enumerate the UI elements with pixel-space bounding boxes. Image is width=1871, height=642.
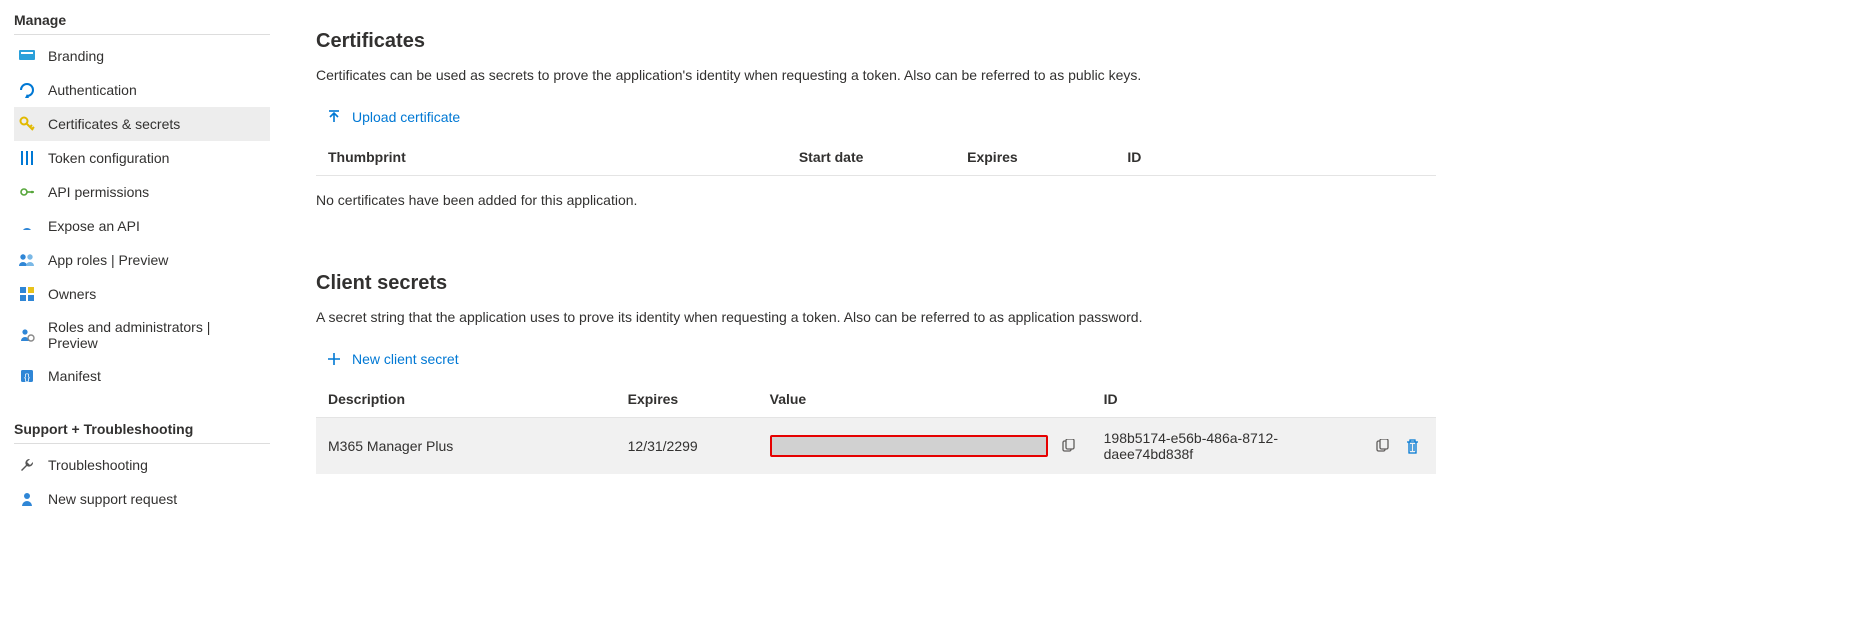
certificates-empty-message: No certificates have been added for this… — [316, 176, 1839, 208]
client-secrets-heading: Client secrets — [316, 272, 1839, 295]
certificates-description: Certificates can be used as secrets to p… — [316, 67, 1839, 83]
support-request-icon — [18, 490, 36, 508]
sidebar-item-label: New support request — [48, 491, 177, 507]
cert-col-expires[interactable]: Expires — [955, 139, 1115, 176]
sidebar-item-owners[interactable]: Owners — [14, 277, 270, 311]
sidebar-item-label: Roles and administrators | Preview — [48, 319, 262, 351]
sidebar: Manage Branding Authentication Certifica… — [0, 0, 280, 642]
delete-secret-button[interactable] — [1404, 438, 1420, 454]
api-permissions-icon — [18, 183, 36, 201]
sidebar-item-app-roles[interactable]: App roles | Preview — [14, 243, 270, 277]
upload-certificate-label: Upload certificate — [352, 109, 460, 125]
secret-row-description: M365 Manager Plus — [316, 418, 616, 475]
sidebar-item-expose-api[interactable]: Expose an API — [14, 209, 270, 243]
client-secrets-description: A secret string that the application use… — [316, 309, 1839, 325]
sidebar-item-label: Manifest — [48, 368, 101, 384]
sidebar-item-api-permissions[interactable]: API permissions — [14, 175, 270, 209]
sidebar-item-label: App roles | Preview — [48, 252, 168, 268]
sidebar-item-certificates-secrets[interactable]: Certificates & secrets — [14, 107, 270, 141]
sidebar-item-authentication[interactable]: Authentication — [14, 73, 270, 107]
certificates-table: Thumbprint Start date Expires ID — [316, 139, 1436, 176]
svg-text:{}: {} — [24, 372, 30, 382]
upload-certificate-button[interactable]: Upload certificate — [316, 103, 1839, 139]
sidebar-section-manage: Manage — [14, 8, 270, 35]
troubleshooting-icon — [18, 456, 36, 474]
sidebar-item-label: Certificates & secrets — [48, 116, 180, 132]
sidebar-item-token-configuration[interactable]: Token configuration — [14, 141, 270, 175]
client-secrets-table: Description Expires Value ID M365 Manage… — [316, 381, 1436, 474]
sidebar-item-label: Authentication — [48, 82, 137, 98]
plus-icon — [326, 351, 342, 367]
secret-col-expires[interactable]: Expires — [616, 381, 758, 418]
secret-row-id: 198b5174-e56b-486a-8712-daee74bd838f — [1104, 430, 1365, 462]
table-row: M365 Manager Plus 12/31/2299 198b5174-e5… — [316, 418, 1436, 475]
copy-secret-value-button[interactable] — [1060, 438, 1076, 454]
owners-icon — [18, 285, 36, 303]
key-icon — [18, 115, 36, 133]
branding-icon — [18, 47, 36, 65]
sidebar-item-label: Owners — [48, 286, 96, 302]
secret-value-redacted — [770, 435, 1048, 457]
manifest-icon: {} — [18, 367, 36, 385]
cert-col-start[interactable]: Start date — [787, 139, 955, 176]
sidebar-item-manifest[interactable]: {} Manifest — [14, 359, 270, 393]
cert-col-id[interactable]: ID — [1115, 139, 1436, 176]
secret-col-value[interactable]: Value — [758, 381, 1092, 418]
sidebar-item-label: Branding — [48, 48, 104, 64]
sidebar-item-label: Expose an API — [48, 218, 140, 234]
new-client-secret-button[interactable]: New client secret — [316, 345, 1839, 381]
copy-secret-id-button[interactable] — [1374, 438, 1390, 454]
secret-col-description[interactable]: Description — [316, 381, 616, 418]
sidebar-section-support: Support + Troubleshooting — [14, 417, 270, 444]
upload-icon — [326, 109, 342, 125]
certificates-heading: Certificates — [316, 30, 1839, 53]
cert-col-thumbprint[interactable]: Thumbprint — [316, 139, 787, 176]
app-roles-icon — [18, 251, 36, 269]
expose-api-icon — [18, 217, 36, 235]
token-configuration-icon — [18, 149, 36, 167]
sidebar-item-label: Token configuration — [48, 150, 169, 166]
sidebar-item-troubleshooting[interactable]: Troubleshooting — [14, 448, 270, 482]
secret-row-expires: 12/31/2299 — [616, 418, 758, 475]
roles-admins-icon — [18, 326, 36, 344]
sidebar-item-label: Troubleshooting — [48, 457, 148, 473]
sidebar-item-branding[interactable]: Branding — [14, 39, 270, 73]
new-client-secret-label: New client secret — [352, 351, 459, 367]
sidebar-item-roles-admins[interactable]: Roles and administrators | Preview — [14, 311, 270, 359]
sidebar-item-label: API permissions — [48, 184, 149, 200]
secret-col-id[interactable]: ID — [1092, 381, 1436, 418]
authentication-icon — [18, 81, 36, 99]
main-content: Certificates Certificates can be used as… — [280, 0, 1871, 642]
sidebar-item-new-support-request[interactable]: New support request — [14, 482, 270, 516]
